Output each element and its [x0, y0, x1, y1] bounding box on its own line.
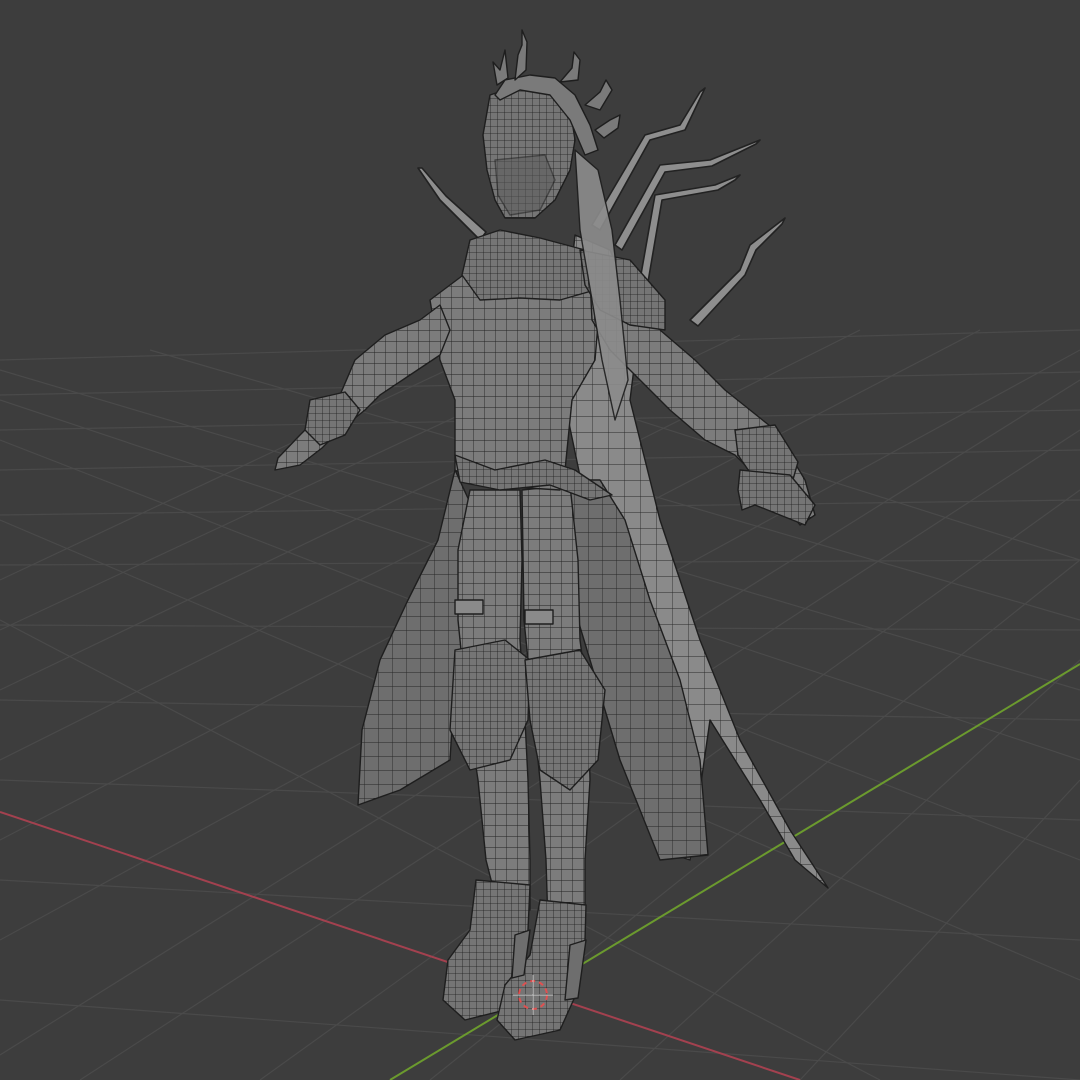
right-knee-armor [524, 649, 606, 791]
3d-viewport[interactable] [0, 0, 1080, 1080]
right-thigh-strap [524, 609, 554, 625]
viewport-canvas[interactable] [0, 0, 1080, 1080]
character-mesh[interactable] [274, 29, 829, 1041]
left-thigh-strap [454, 599, 484, 615]
left-gauntlet [304, 391, 361, 446]
left-arm [274, 304, 451, 471]
